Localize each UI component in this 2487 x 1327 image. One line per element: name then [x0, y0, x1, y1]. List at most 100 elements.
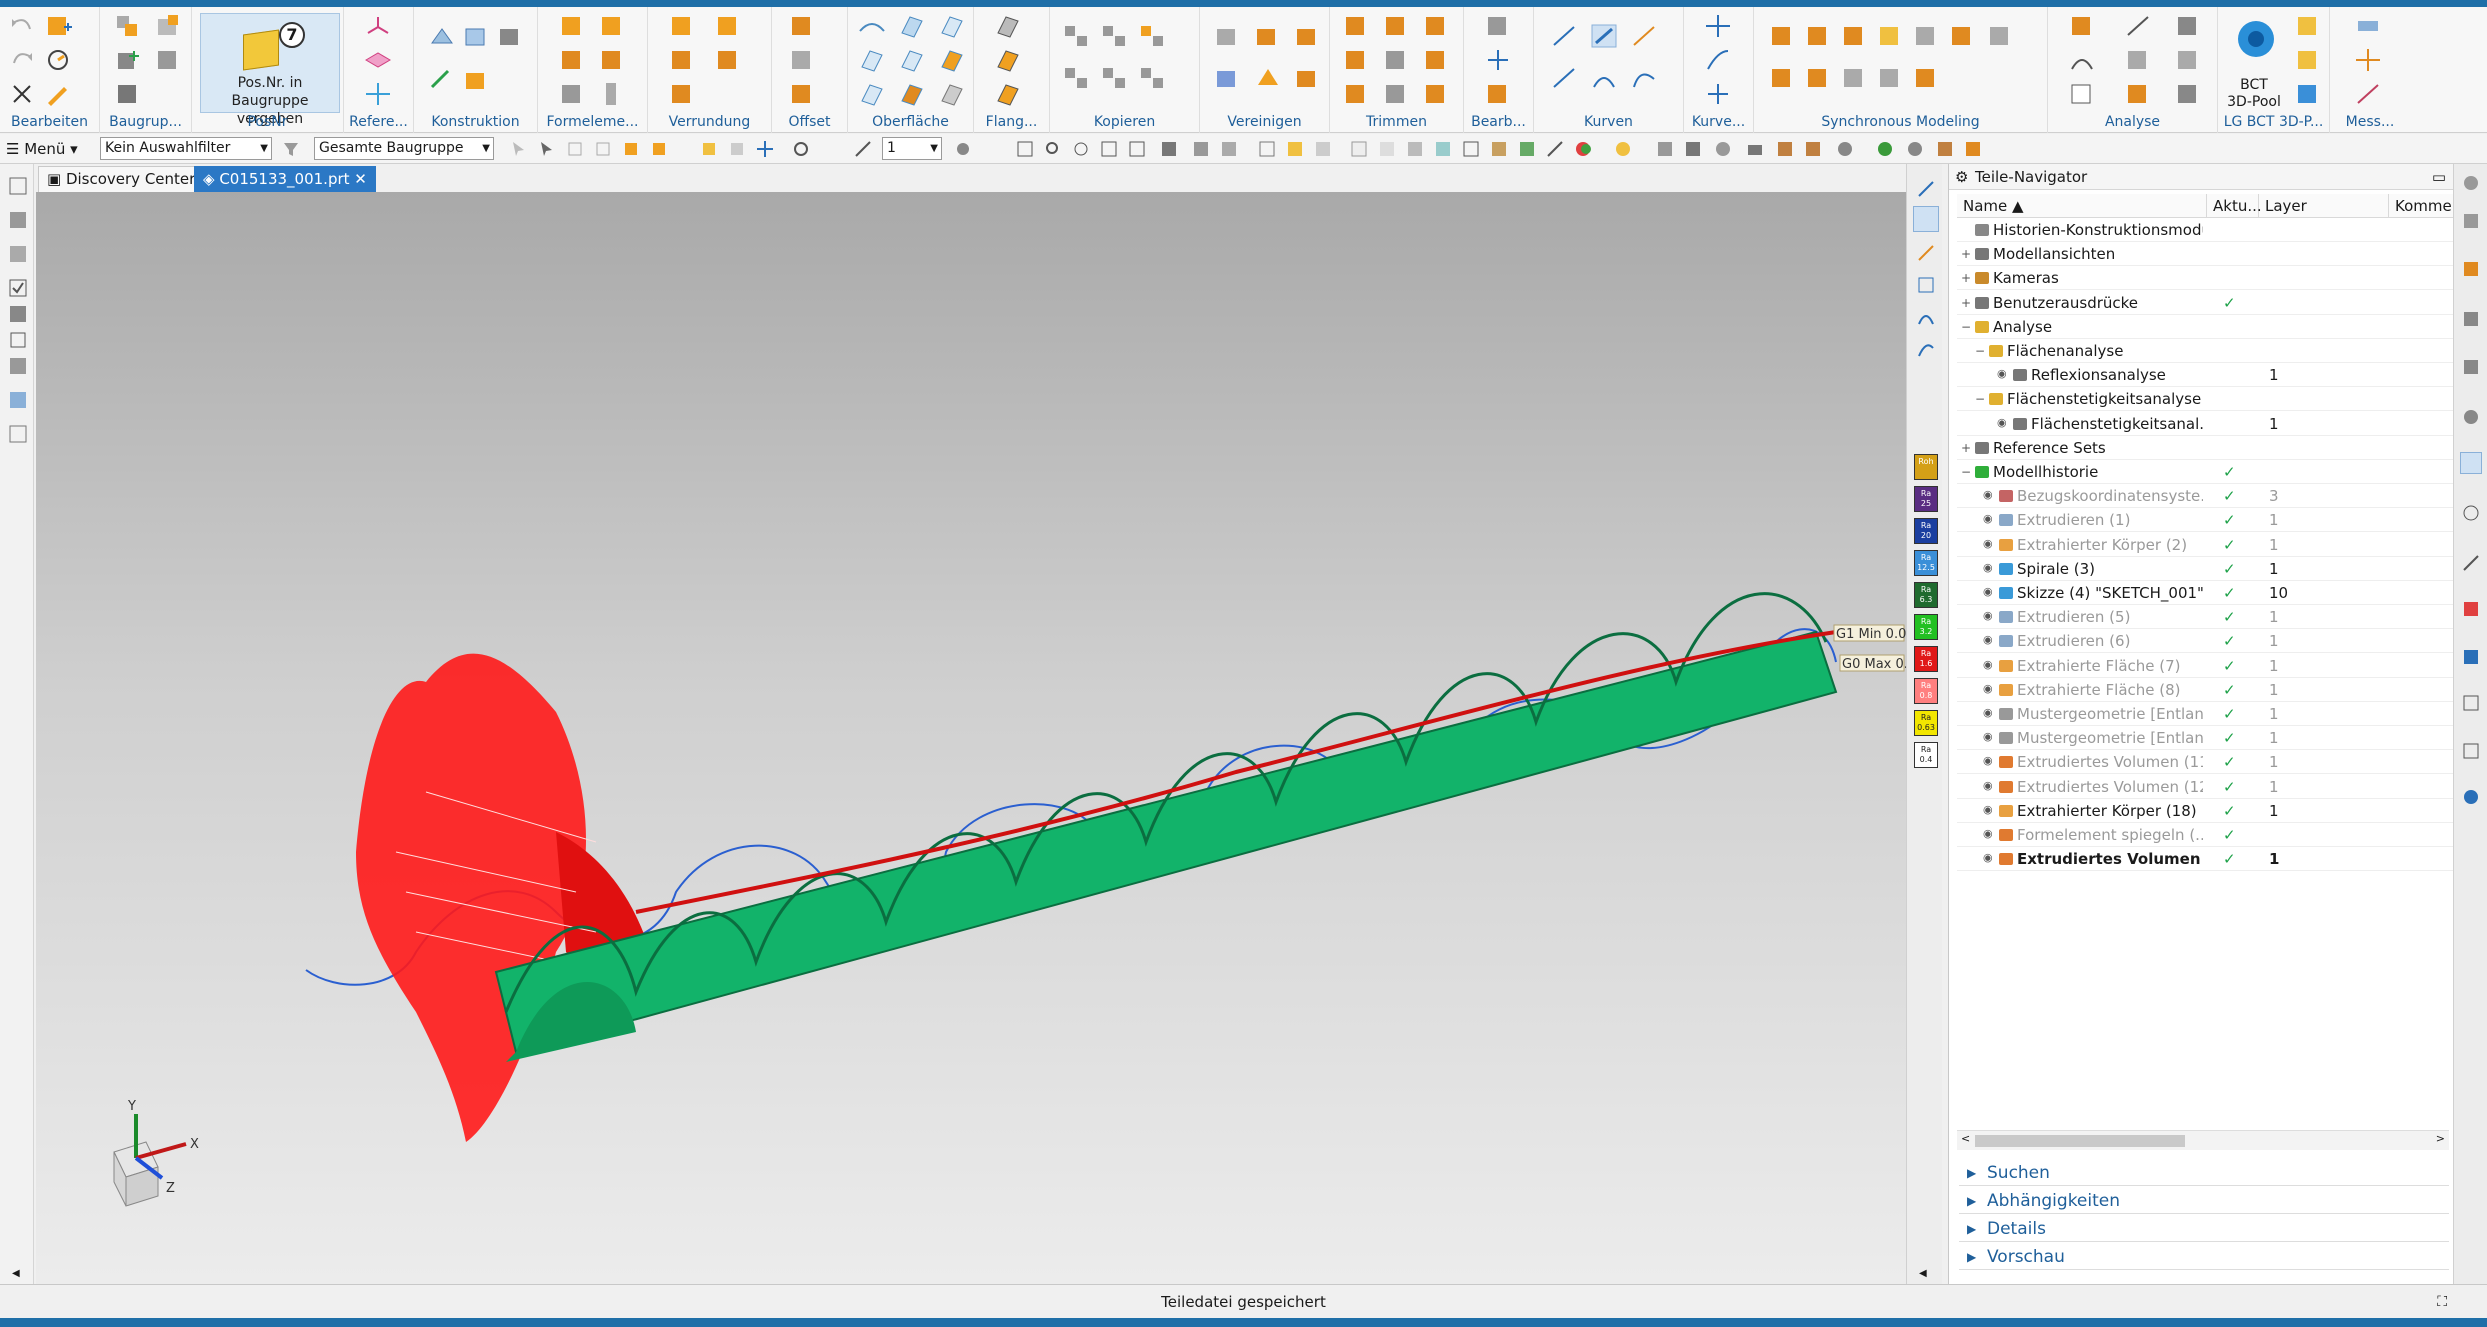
zoom-icon[interactable] — [1044, 140, 1062, 158]
blank-icon[interactable] — [1656, 140, 1674, 158]
extract-geometry-icon[interactable] — [1100, 65, 1128, 91]
reuse-library-icon[interactable] — [8, 356, 28, 376]
edit-display-icon[interactable] — [1614, 140, 1632, 158]
layer-combo[interactable]: 1 ▼ — [882, 137, 942, 160]
edit-object-icon[interactable] — [1484, 81, 1512, 107]
library-info-icon[interactable] — [2294, 81, 2322, 107]
tree-row[interactable]: ◉ Spirale (3) ✓ 1 — [1957, 557, 2454, 581]
unite-icon[interactable] — [1214, 23, 1242, 49]
offset-tool-icon[interactable] — [1917, 276, 1935, 298]
roughness-swatch[interactable]: Ra 20 — [1914, 518, 1938, 544]
datum-csys-icon[interactable] — [364, 13, 392, 39]
edge-blend-icon[interactable] — [668, 13, 696, 39]
copy-face-icon[interactable] — [1986, 23, 2014, 49]
layer-icon[interactable] — [854, 140, 872, 158]
part-nav-icon[interactable] — [2462, 260, 2480, 282]
offset-face-icon[interactable] — [788, 13, 816, 39]
roughness-swatch[interactable]: Ra 3.2 — [1914, 614, 1938, 640]
tools-icon[interactable] — [2462, 554, 2480, 576]
datum-plane-icon[interactable] — [364, 47, 392, 73]
translucency-icon[interactable] — [1434, 140, 1452, 158]
snap-center-icon[interactable] — [756, 140, 774, 158]
preferences-icon[interactable] — [1776, 140, 1794, 158]
face-blend-icon[interactable] — [714, 13, 742, 39]
curve-analysis-icon[interactable] — [2068, 47, 2096, 73]
select-icon[interactable] — [510, 140, 528, 158]
visibility-icon[interactable]: ◉ — [1983, 803, 1997, 816]
pull-face-icon[interactable] — [1804, 23, 1832, 49]
maximize-icon[interactable]: ▭ — [2432, 164, 2446, 190]
line-icon[interactable] — [1550, 23, 1578, 49]
snap-mode-icon[interactable] — [792, 140, 810, 158]
tree-row[interactable]: ◉ Extrudiertes Volumen (11) ✓ 1 — [1957, 750, 2454, 775]
visibility-icon[interactable]: ◉ — [1983, 731, 1997, 743]
tool-icon[interactable] — [1804, 140, 1822, 158]
tree-row[interactable]: ◉ Mustergeometrie [Entlan... ✓ 1 — [1957, 726, 2454, 751]
tree-row[interactable]: ◉ Reflexionsanalyse 1 — [1957, 363, 2454, 388]
measure-icon[interactable] — [2068, 13, 2096, 39]
untrim-icon[interactable] — [1382, 81, 1410, 107]
curve-edit-icon[interactable] — [1704, 47, 1732, 73]
visibility-icon[interactable]: ◉ — [1983, 537, 1997, 550]
view-triad[interactable]: Y X Z — [113, 1099, 199, 1207]
sketch-icon[interactable] — [428, 23, 456, 49]
roles-icon[interactable] — [8, 390, 28, 410]
tree-row[interactable]: − Flächenanalyse — [1957, 339, 2454, 363]
component-icon[interactable] — [154, 13, 182, 39]
extension-icon[interactable] — [994, 81, 1022, 107]
visibility-icon[interactable]: ◉ — [1983, 658, 1997, 671]
arc-tool-icon[interactable] — [1917, 244, 1935, 266]
undo-icon[interactable] — [8, 13, 36, 39]
trim-corner-icon[interactable] — [1422, 81, 1450, 107]
tree-row[interactable]: + Modellansichten — [1957, 242, 2454, 267]
hd3d-icon[interactable] — [2462, 358, 2480, 380]
make-coaxial-icon[interactable] — [1804, 65, 1832, 91]
checkbox-icon[interactable] — [8, 278, 28, 298]
perspective-icon[interactable] — [1128, 140, 1146, 158]
visibility-icon[interactable]: ◉ — [1983, 561, 1997, 574]
expand-icon[interactable]: + — [1961, 436, 1973, 460]
tree-row[interactable]: ◉ Extrahierter Körper (2) ✓ 1 — [1957, 533, 2454, 557]
mirror-geometry-icon[interactable] — [1138, 23, 1166, 49]
tree-row[interactable]: ◉ Formelement spiegeln (... ✓ — [1957, 823, 2454, 847]
reuse-icon[interactable] — [2462, 310, 2480, 332]
revolve-icon[interactable] — [496, 23, 524, 49]
boss-icon[interactable] — [462, 67, 490, 93]
wave-link-icon[interactable] — [1138, 65, 1166, 91]
globe-icon[interactable] — [1876, 140, 1894, 158]
visibility-icon[interactable]: ◉ — [1983, 586, 1997, 598]
clip-section-icon[interactable] — [1406, 140, 1424, 158]
assembly-navigator-icon[interactable] — [8, 210, 28, 230]
expand-icon[interactable]: + — [1961, 266, 1973, 290]
roughness-swatch[interactable]: Ra 0.4 — [1914, 742, 1938, 768]
tree-row[interactable]: + Kameras — [1957, 266, 2454, 291]
edit-parameters-icon[interactable] — [1484, 13, 1512, 39]
scroll-right-icon[interactable]: > — [2436, 1132, 2445, 1145]
chamfer-icon[interactable] — [668, 47, 696, 73]
roughness-swatch[interactable]: Ra 0.63 — [1914, 710, 1938, 736]
tree-row[interactable]: ◉ Extrudiertes Volumen (... ✓ 1 — [1957, 847, 2454, 872]
delete-face-icon[interactable] — [1382, 47, 1410, 73]
patch-icon[interactable] — [898, 81, 926, 107]
pocket-icon[interactable] — [558, 81, 586, 107]
visibility-icon[interactable]: ◉ — [1983, 513, 1997, 525]
n-sided-icon[interactable] — [938, 47, 966, 73]
surface-icon[interactable] — [858, 13, 886, 39]
tree-row[interactable]: ◉ Extrudiertes Volumen (12) ✓ 1 — [1957, 775, 2454, 799]
visibility-icon[interactable]: ◉ — [1983, 707, 1997, 719]
groove-icon[interactable] — [598, 81, 626, 107]
section-analysis-icon[interactable] — [2174, 81, 2202, 107]
swept-icon[interactable] — [898, 47, 926, 73]
flange-icon[interactable] — [994, 13, 1022, 39]
make-symmetric-icon[interactable] — [1876, 65, 1904, 91]
subtract-icon[interactable] — [1254, 23, 1282, 49]
assembly-nav-icon[interactable] — [1964, 140, 1982, 158]
tree-row[interactable]: ◉ Mustergeometrie [Entlan... ✓ 1 — [1957, 702, 2454, 726]
emboss-icon[interactable] — [1294, 65, 1322, 91]
snap-icon[interactable] — [538, 140, 556, 158]
tree-row[interactable]: ◉ Extrudieren (1) ✓ 1 — [1957, 508, 2454, 533]
check-geometry-icon[interactable] — [2068, 81, 2096, 107]
visibility-icon[interactable]: ◉ — [1983, 682, 1997, 695]
helix-tool-icon[interactable] — [1917, 308, 1935, 330]
snap-face-icon[interactable] — [622, 140, 640, 158]
